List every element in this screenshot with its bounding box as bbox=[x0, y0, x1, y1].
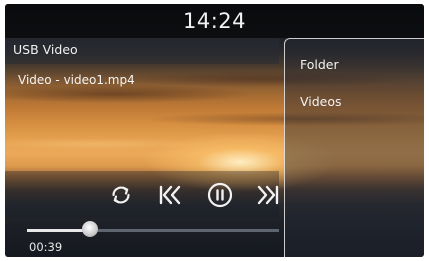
menu-item-videos[interactable]: Videos bbox=[300, 94, 342, 109]
side-menu-panel: Folder Videos bbox=[284, 38, 424, 257]
elapsed-time: 00:39 bbox=[29, 240, 63, 254]
seek-bar[interactable] bbox=[27, 229, 279, 232]
seek-handle[interactable] bbox=[82, 221, 98, 237]
next-button[interactable] bbox=[255, 182, 281, 208]
repeat-button[interactable] bbox=[108, 182, 134, 208]
repeat-icon bbox=[112, 186, 130, 204]
previous-button[interactable] bbox=[157, 182, 183, 208]
source-title: USB Video bbox=[13, 42, 78, 57]
file-label: Video - video1.mp4 bbox=[18, 73, 135, 87]
clock: 14:24 bbox=[182, 9, 247, 33]
menu-item-folder[interactable]: Folder bbox=[300, 57, 339, 72]
controls-bar bbox=[5, 171, 279, 217]
video-screen: 14:24 USB Video Video - video1.mp4 00:39… bbox=[5, 4, 424, 257]
pause-button[interactable] bbox=[207, 182, 233, 208]
next-icon bbox=[257, 185, 279, 205]
pause-icon bbox=[207, 182, 233, 208]
previous-icon bbox=[159, 185, 181, 205]
seek-progress bbox=[27, 229, 90, 232]
